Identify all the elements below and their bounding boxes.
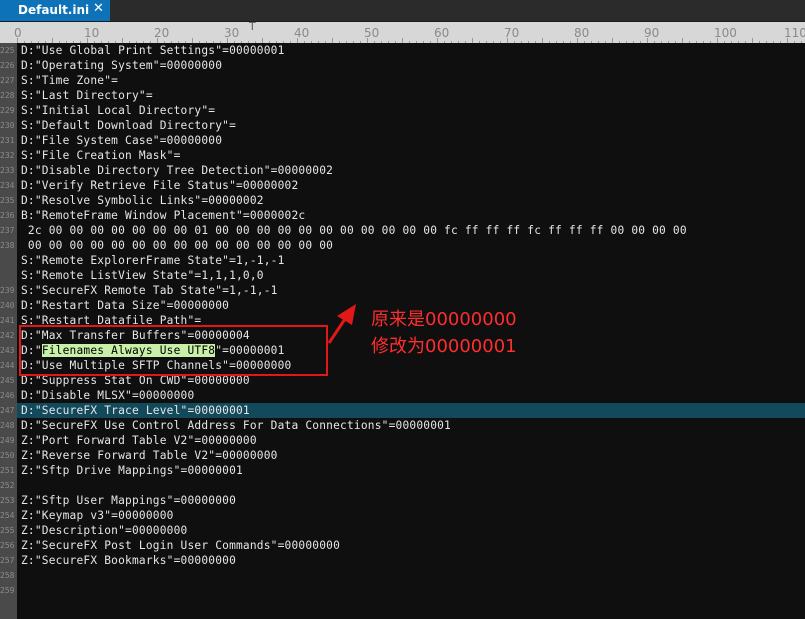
- annotation-line-original: 原来是00000000: [371, 309, 517, 330]
- annotation-line-changed: 修改为00000001: [371, 336, 517, 357]
- annotation-text: 原来是00000000 修改为00000001: [371, 306, 517, 360]
